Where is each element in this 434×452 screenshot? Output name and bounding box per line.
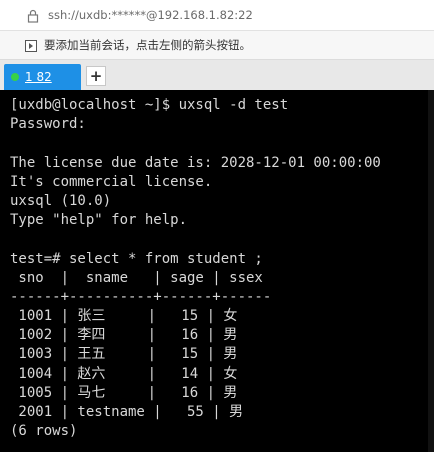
terminal-line: It's commercial license.: [10, 173, 213, 190]
terminal-line: The license due date is: 2028-12-01 00:0…: [10, 154, 381, 171]
terminal-line: 1003 | 王五 | 15 | 男: [10, 346, 238, 363]
terminal-line: 1004 | 赵六 | 14 | 女: [10, 365, 238, 382]
tab-strip: 1 82 +: [0, 60, 434, 90]
terminal-line: 1001 | 张三 | 15 | 女: [10, 308, 238, 325]
tab-session-82[interactable]: 1 82: [4, 64, 81, 90]
terminal-pane[interactable]: [uxdb@localhost ~]$ uxsql -d test Passwor…: [0, 90, 434, 452]
lock-icon: [26, 8, 40, 23]
session-hint-bar: 要添加当前会话，点击左侧的箭头按钮。: [0, 31, 434, 60]
terminal-scrollbar[interactable]: [428, 90, 434, 452]
terminal-line: [uxdb@localhost ~]$ uxsql -d test: [10, 97, 289, 113]
terminal-line: test=# select * from student ;: [10, 250, 263, 267]
terminal-line: 2001 | testname | 55 | 男: [10, 404, 244, 420]
tab-label: 1 82: [25, 70, 52, 84]
terminal-line: ------+----------+------+------: [10, 288, 272, 305]
terminal-line: Type "help" for help.: [10, 212, 188, 229]
hint-text: 要添加当前会话，点击左侧的箭头按钮。: [44, 38, 251, 52]
terminal-line: uxsql (10.0): [10, 192, 112, 209]
session-url[interactable]: ssh://uxdb:******@192.168.1.82:22: [48, 8, 253, 22]
add-session-arrow-icon[interactable]: [24, 38, 38, 52]
terminal-line: 1002 | 李四 | 16 | 男: [10, 327, 238, 344]
new-tab-button[interactable]: +: [86, 66, 106, 86]
address-bar: ssh://uxdb:******@192.168.1.82:22: [0, 0, 434, 31]
terminal-line: (6 rows): [10, 423, 78, 440]
terminal-line: Password:: [10, 116, 86, 133]
terminal-output: [uxdb@localhost ~]$ uxsql -d test Passwor…: [10, 96, 381, 441]
terminal-line: sno | sname | sage | ssex: [10, 269, 263, 286]
connected-status-icon: [11, 73, 19, 81]
terminal-line: 1005 | 马七 | 16 | 男: [10, 384, 238, 401]
